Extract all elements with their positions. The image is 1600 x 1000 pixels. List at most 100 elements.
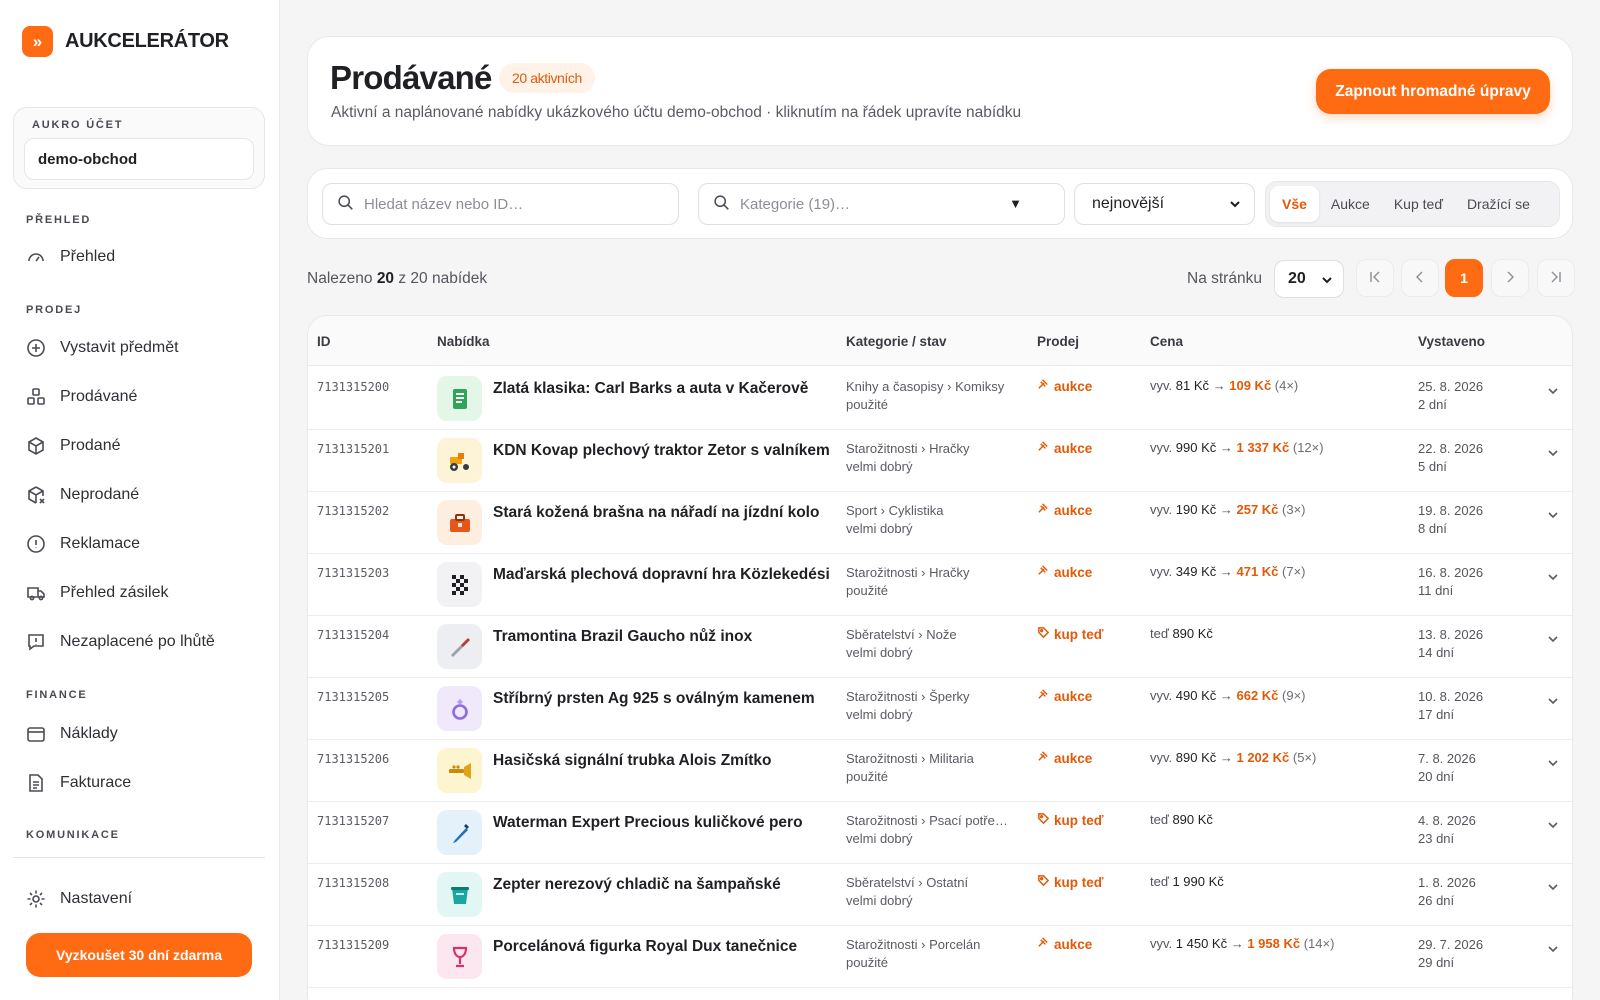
listing-category-cell: Starožitnosti › Hračky velmi dobrý: [846, 440, 1016, 476]
trumpet-icon: [437, 748, 482, 793]
chevron-down-icon[interactable]: [1546, 384, 1560, 403]
listing-title: Zepter nerezový chladič na šampaňské: [493, 876, 781, 893]
tag-icon: [1037, 812, 1050, 828]
sidebar-item-nezaplacene[interactable]: Nezaplacené po lhůtě: [26, 630, 215, 654]
price-arrow: →: [1216, 750, 1237, 765]
table-row[interactable]: 7131315209 Porcelánová figurka Royal Dux…: [308, 924, 1572, 988]
sale-type-label: aukce: [1054, 936, 1093, 952]
results-count: Nalezeno 20 z 20 nabídek: [307, 270, 487, 288]
listing-date-cell: 19. 8. 2026 8 dní: [1418, 502, 1483, 538]
chevron-down-icon[interactable]: [1546, 632, 1560, 651]
sale-type-label: aukce: [1054, 564, 1093, 580]
listing-condition: velmi dobrý: [846, 707, 913, 722]
price-arrow: →: [1216, 502, 1237, 517]
table-row[interactable]: 7131315200 Zlatá klasika: Carl Barks a a…: [308, 366, 1572, 430]
listing-date-cell: 25. 8. 2026 2 dní: [1418, 378, 1483, 414]
bulk-edit-button[interactable]: Zapnout hromadné úpravy: [1316, 69, 1550, 114]
column-header-id[interactable]: ID: [317, 334, 331, 349]
page-button-current[interactable]: 1: [1445, 259, 1483, 297]
sidebar-divider: [13, 857, 265, 858]
listing-price: vyv. 349 Kč → 471 Kč (7×): [1150, 564, 1306, 579]
search-icon: [713, 194, 730, 215]
listing-date: 10. 8. 2026: [1418, 689, 1484, 704]
table-row[interactable]: 7131315203 Maďarská plechová dopravní hr…: [308, 552, 1572, 616]
sale-type-label: aukce: [1054, 502, 1093, 518]
listing-price: teď 890 Kč: [1150, 626, 1213, 641]
chevron-down-icon[interactable]: [1546, 756, 1560, 775]
search-input[interactable]: Hledat název nebo ID…: [322, 183, 679, 225]
sidebar-item-naklady[interactable]: Náklady: [26, 722, 118, 746]
sort-value: nejnovější: [1092, 195, 1165, 212]
column-header-vystaveno[interactable]: Vystaveno: [1418, 334, 1485, 349]
sidebar-item-zasilky[interactable]: Přehled zásilek: [26, 581, 169, 605]
per-page-select[interactable]: 20: [1274, 260, 1344, 298]
category-select[interactable]: Kategorie (19)… ▼: [698, 183, 1065, 225]
package-icon: [26, 436, 46, 456]
nav-section-finance: FINANCE: [26, 689, 88, 701]
sidebar-item-prehled[interactable]: Přehled: [26, 245, 115, 269]
sidebar-item-prodane[interactable]: Prodané: [26, 434, 121, 458]
page-subtitle: Aktivní a naplánované nabídky ukázkového…: [331, 104, 1022, 121]
sale-type: aukce: [1037, 564, 1092, 580]
price-current: 109 Kč: [1229, 378, 1272, 393]
segment-vse[interactable]: Vše: [1270, 186, 1319, 222]
first-page-button[interactable]: [1356, 259, 1394, 297]
trial-button[interactable]: Vyzkoušet 30 dní zdarma: [26, 933, 252, 977]
price-current: 1 202 Kč: [1236, 750, 1290, 765]
sidebar-item-prodavane[interactable]: Prodávané: [26, 385, 137, 409]
table-row[interactable]: 7131315201 KDN Kovap plechový traktor Ze…: [308, 428, 1572, 492]
segment-kup-ted[interactable]: Kup teď: [1382, 186, 1455, 222]
listing-date-cell: 22. 8. 2026 5 dní: [1418, 440, 1483, 476]
column-header-cena[interactable]: Cena: [1150, 334, 1183, 349]
category-placeholder: Kategorie (19)…: [740, 195, 851, 213]
segment-aukce[interactable]: Aukce: [1319, 186, 1382, 222]
sale-type: aukce: [1037, 502, 1092, 518]
sale-type-label: kup teď: [1054, 874, 1104, 890]
table-row[interactable]: 7131315204 Tramontina Brazil Gaucho nůž …: [308, 614, 1572, 678]
sidebar-item-vystavit[interactable]: Vystavit předmět: [26, 336, 179, 360]
table-row[interactable]: 7131315208 Zepter nerezový chladič na ša…: [308, 862, 1572, 926]
listing-condition: použité: [846, 769, 888, 784]
sidebar-item-fakturace[interactable]: Fakturace: [26, 771, 131, 795]
chevron-down-icon[interactable]: [1546, 446, 1560, 465]
column-header-kategorie[interactable]: Kategorie / stav: [846, 334, 947, 349]
brand[interactable]: » AUKCELERÁTOR: [22, 26, 229, 57]
listing-age: 17 dní: [1418, 707, 1455, 722]
sidebar-item-reklamace[interactable]: Reklamace: [26, 532, 140, 556]
chevron-down-icon[interactable]: [1546, 570, 1560, 589]
sale-type: aukce: [1037, 688, 1092, 704]
listing-category-cell: Starožitnosti › Militaria použité: [846, 750, 1016, 786]
price-arrow: →: [1209, 378, 1230, 393]
sort-select[interactable]: nejnovější: [1074, 183, 1255, 225]
chevron-down-icon[interactable]: [1546, 508, 1560, 527]
last-page-button[interactable]: [1537, 259, 1575, 297]
prev-page-button[interactable]: [1401, 259, 1439, 297]
price-prefix: vyv.: [1150, 564, 1176, 579]
results-suffix: z 20 nabídek: [398, 270, 488, 287]
listing-age: 14 dní: [1418, 645, 1455, 660]
results-prefix: Nalezeno: [307, 270, 373, 287]
column-header-nabidka[interactable]: Nabídka: [437, 334, 490, 349]
sale-type: aukce: [1037, 750, 1092, 766]
table-row[interactable]: 7131315205 Stříbrný prsten Ag 925 s ovál…: [308, 676, 1572, 740]
sidebar-item-nastaveni[interactable]: Nastavení: [26, 887, 132, 911]
listing-price: teď 1 990 Kč: [1150, 874, 1224, 889]
gavel-icon: [1037, 378, 1050, 394]
listing-category: Knihy a časopisy › Komiksy: [846, 379, 1005, 394]
table-row[interactable]: 7131315202 Stará kožená brašna na nářadí…: [308, 490, 1572, 554]
price-start: 990 Kč: [1175, 440, 1217, 455]
price-start: 81 Kč: [1175, 378, 1210, 393]
table-row[interactable]: 7131315206 Hasičská signální trubka Aloi…: [308, 738, 1572, 802]
listing-id: 7131315201: [317, 442, 390, 456]
account-input[interactable]: demo-obchod: [24, 138, 254, 180]
table-row[interactable]: 7131315207 Waterman Expert Precious kuli…: [308, 800, 1572, 864]
chevron-down-icon[interactable]: [1546, 942, 1560, 961]
next-page-button[interactable]: [1491, 259, 1529, 297]
chevron-down-icon[interactable]: [1546, 694, 1560, 713]
chevron-down-icon[interactable]: [1546, 818, 1560, 837]
sidebar-item-neprodane[interactable]: Neprodané: [26, 483, 139, 507]
chevron-down-icon[interactable]: [1546, 880, 1560, 899]
listing-category: Starožitnosti › Hračky: [846, 565, 970, 580]
segment-drazici-se[interactable]: Dražící se: [1455, 186, 1542, 222]
column-header-prodej[interactable]: Prodej: [1037, 334, 1079, 349]
